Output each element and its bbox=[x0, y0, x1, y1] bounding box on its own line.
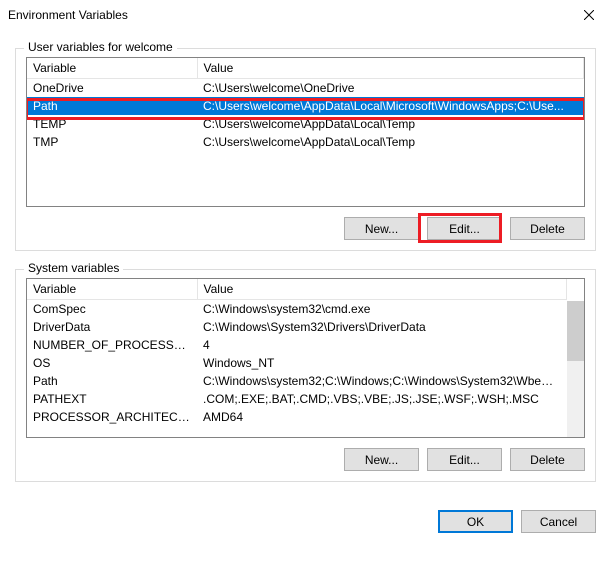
system-edit-button[interactable]: Edit... bbox=[427, 448, 502, 471]
var-name: TEMP bbox=[27, 115, 197, 133]
system-variables-group: System variables Variable Value ComSpecC… bbox=[15, 269, 596, 482]
table-row[interactable]: TEMP C:\Users\welcome\AppData\Local\Temp bbox=[27, 115, 584, 133]
var-value: C:\Users\welcome\OneDrive bbox=[197, 79, 584, 98]
table-row[interactable]: OneDrive C:\Users\welcome\OneDrive bbox=[27, 79, 584, 98]
col-header-value[interactable]: Value bbox=[197, 279, 567, 300]
user-variables-group: User variables for welcome Variable Valu… bbox=[15, 48, 596, 251]
user-buttons-row: New... Edit... Delete bbox=[26, 217, 585, 240]
col-header-variable[interactable]: Variable bbox=[27, 58, 197, 79]
table-row-selected[interactable]: Path C:\Users\welcome\AppData\Local\Micr… bbox=[27, 97, 584, 115]
user-edit-button[interactable]: Edit... bbox=[427, 217, 502, 240]
table-row[interactable]: PATHEXT.COM;.EXE;.BAT;.CMD;.VBS;.VBE;.JS… bbox=[27, 390, 567, 408]
system-group-label: System variables bbox=[24, 261, 123, 275]
user-variables-table: Variable Value OneDrive C:\Users\welcome… bbox=[27, 58, 584, 151]
var-value: C:\Users\welcome\AppData\Local\Temp bbox=[197, 133, 584, 151]
table-row[interactable]: NUMBER_OF_PROCESSORS4 bbox=[27, 336, 567, 354]
close-icon bbox=[584, 10, 594, 20]
var-value: AMD64 bbox=[197, 408, 567, 426]
table-row[interactable]: TMP C:\Users\welcome\AppData\Local\Temp bbox=[27, 133, 584, 151]
table-row[interactable]: PROCESSOR_ARCHITECTUREAMD64 bbox=[27, 408, 567, 426]
window-title: Environment Variables bbox=[8, 8, 128, 22]
cancel-button[interactable]: Cancel bbox=[521, 510, 596, 533]
system-buttons-row: New... Edit... Delete bbox=[26, 448, 585, 471]
var-value: C:\Windows\System32\Drivers\DriverData bbox=[197, 318, 567, 336]
var-value: C:\Users\welcome\AppData\Local\Temp bbox=[197, 115, 584, 133]
scrollbar-vertical[interactable] bbox=[567, 301, 584, 437]
title-bar: Environment Variables bbox=[0, 0, 611, 30]
close-button[interactable] bbox=[566, 0, 611, 30]
var-value: C:\Users\welcome\AppData\Local\Microsoft… bbox=[197, 97, 584, 115]
var-value: C:\Windows\system32\cmd.exe bbox=[197, 300, 567, 319]
var-name: Path bbox=[27, 372, 197, 390]
table-row[interactable]: ComSpecC:\Windows\system32\cmd.exe bbox=[27, 300, 567, 319]
dialog-content: User variables for welcome Variable Valu… bbox=[0, 48, 611, 494]
var-name: Path bbox=[27, 97, 197, 115]
table-row[interactable]: DriverDataC:\Windows\System32\Drivers\Dr… bbox=[27, 318, 567, 336]
user-group-label: User variables for welcome bbox=[24, 40, 177, 54]
var-name: DriverData bbox=[27, 318, 197, 336]
system-variables-listview[interactable]: Variable Value ComSpecC:\Windows\system3… bbox=[26, 278, 585, 438]
col-header-variable[interactable]: Variable bbox=[27, 279, 197, 300]
scrollbar-thumb[interactable] bbox=[567, 301, 584, 361]
dialog-buttons-row: OK Cancel bbox=[0, 494, 611, 533]
var-name: PATHEXT bbox=[27, 390, 197, 408]
system-new-button[interactable]: New... bbox=[344, 448, 419, 471]
col-header-value[interactable]: Value bbox=[197, 58, 584, 79]
user-variables-listview[interactable]: Variable Value OneDrive C:\Users\welcome… bbox=[26, 57, 585, 207]
system-variables-table: Variable Value ComSpecC:\Windows\system3… bbox=[27, 279, 567, 426]
var-value: C:\Windows\system32;C:\Windows;C:\Window… bbox=[197, 372, 567, 390]
var-name: NUMBER_OF_PROCESSORS bbox=[27, 336, 197, 354]
var-name: PROCESSOR_ARCHITECTURE bbox=[27, 408, 197, 426]
user-new-button[interactable]: New... bbox=[344, 217, 419, 240]
var-value: Windows_NT bbox=[197, 354, 567, 372]
ok-button[interactable]: OK bbox=[438, 510, 513, 533]
table-row[interactable]: OSWindows_NT bbox=[27, 354, 567, 372]
var-name: OneDrive bbox=[27, 79, 197, 98]
user-delete-button[interactable]: Delete bbox=[510, 217, 585, 240]
var-name: ComSpec bbox=[27, 300, 197, 319]
var-value: 4 bbox=[197, 336, 567, 354]
var-name: TMP bbox=[27, 133, 197, 151]
var-value: .COM;.EXE;.BAT;.CMD;.VBS;.VBE;.JS;.JSE;.… bbox=[197, 390, 567, 408]
var-name: OS bbox=[27, 354, 197, 372]
system-delete-button[interactable]: Delete bbox=[510, 448, 585, 471]
table-row[interactable]: PathC:\Windows\system32;C:\Windows;C:\Wi… bbox=[27, 372, 567, 390]
